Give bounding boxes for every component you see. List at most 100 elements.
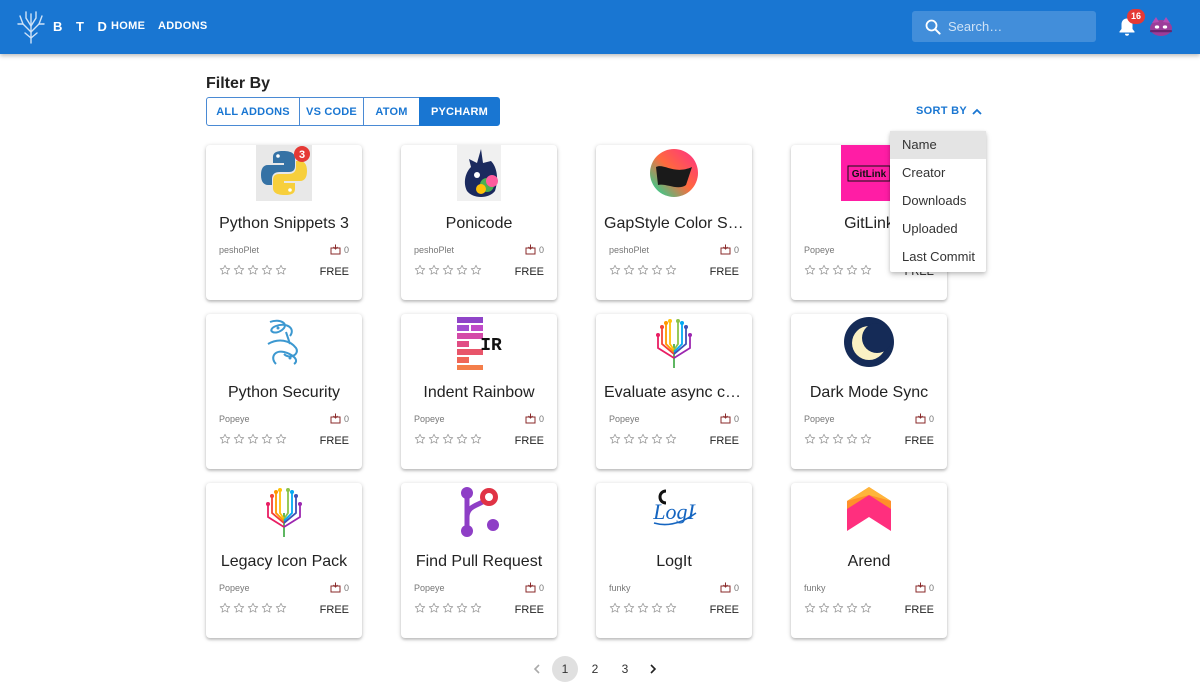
logit-icon: LogI bbox=[646, 483, 702, 539]
sort-option-last-commit[interactable]: Last Commit bbox=[890, 243, 986, 271]
sort-option-name[interactable]: Name bbox=[890, 131, 986, 159]
addon-price: FREE bbox=[514, 266, 544, 278]
page-3-button[interactable]: 3 bbox=[612, 656, 638, 682]
addon-author[interactable]: peshoPlet bbox=[609, 245, 649, 255]
addon-title[interactable]: Arend bbox=[799, 553, 939, 571]
addon-price: FREE bbox=[319, 604, 349, 616]
addon-title[interactable]: Dark Mode Sync bbox=[799, 384, 939, 402]
star-icon bbox=[456, 602, 468, 614]
addon-title[interactable]: GapStyle Color Scheme bbox=[604, 215, 744, 233]
star-icon bbox=[832, 264, 844, 276]
tree-logo-icon[interactable] bbox=[16, 8, 46, 44]
sort-option-creator[interactable]: Creator bbox=[890, 159, 986, 187]
star-icon bbox=[261, 433, 273, 445]
addon-author[interactable]: Popeye bbox=[804, 414, 835, 424]
nav-home-link[interactable]: HOME bbox=[111, 20, 145, 32]
addon-author[interactable]: funky bbox=[804, 583, 826, 593]
star-icon bbox=[414, 264, 426, 276]
star-icon bbox=[860, 602, 872, 614]
indent-rainbow-icon: IR bbox=[451, 314, 507, 370]
addon-card[interactable]: Find Pull Request Popeye 0 FREE bbox=[401, 483, 557, 638]
star-icon bbox=[846, 264, 858, 276]
previous-page-button[interactable] bbox=[524, 656, 550, 682]
addon-title[interactable]: LogIt bbox=[604, 553, 744, 571]
addon-card[interactable]: LogI LogIt funky 0 FREE bbox=[596, 483, 752, 638]
filter-all-addons-button[interactable]: ALL ADDONS bbox=[206, 97, 300, 126]
addon-downloads: 0 bbox=[720, 582, 739, 593]
addon-title[interactable]: Python Security bbox=[214, 384, 354, 402]
rating-stars bbox=[609, 602, 677, 614]
addon-card[interactable]: Evaluate async code Popeye 0 FREE bbox=[596, 314, 752, 469]
star-icon bbox=[818, 602, 830, 614]
page-1-button[interactable]: 1 bbox=[552, 656, 578, 682]
addon-price: FREE bbox=[319, 435, 349, 447]
star-icon bbox=[609, 433, 621, 445]
addon-author[interactable]: funky bbox=[609, 583, 631, 593]
rating-stars bbox=[609, 433, 677, 445]
chevron-right-icon bbox=[650, 664, 657, 674]
star-icon bbox=[804, 602, 816, 614]
addon-price: FREE bbox=[709, 435, 739, 447]
rating-stars bbox=[414, 602, 482, 614]
download-count: 0 bbox=[343, 582, 349, 593]
addon-title[interactable]: Indent Rainbow bbox=[409, 384, 549, 402]
addon-author[interactable]: Popeye bbox=[219, 583, 250, 593]
filter-pycharm-button[interactable]: PYCHARM bbox=[419, 97, 500, 126]
star-icon bbox=[651, 602, 663, 614]
sort-menu: Name Creator Downloads Uploaded Last Com… bbox=[890, 131, 986, 272]
addon-author[interactable]: Popeye bbox=[414, 583, 445, 593]
star-icon bbox=[665, 433, 677, 445]
addon-author[interactable]: peshoPlet bbox=[414, 245, 454, 255]
star-icon bbox=[261, 602, 273, 614]
star-icon bbox=[233, 433, 245, 445]
addon-card[interactable]: IR Indent Rainbow Popeye 0 FREE bbox=[401, 314, 557, 469]
download-icon bbox=[525, 582, 536, 593]
addon-author[interactable]: Popeye bbox=[414, 414, 445, 424]
addon-card[interactable]: Python Security Popeye 0 FREE bbox=[206, 314, 362, 469]
sort-by-button[interactable]: SORT BY bbox=[916, 105, 982, 117]
addon-downloads: 0 bbox=[915, 582, 934, 593]
addon-price: FREE bbox=[904, 604, 934, 616]
app-bar: B T D HOME ADDONS 16 bbox=[0, 0, 1200, 54]
page-2-button[interactable]: 2 bbox=[582, 656, 608, 682]
star-icon bbox=[637, 602, 649, 614]
pagination: 1 2 3 bbox=[524, 656, 666, 682]
addon-card[interactable]: 3 Python Snippets 3 peshoPlet 0 FREE bbox=[206, 145, 362, 300]
addon-title[interactable]: Ponicode bbox=[409, 215, 549, 233]
addon-card[interactable]: GapStyle Color Scheme peshoPlet 0 FREE bbox=[596, 145, 752, 300]
filter-atom-button[interactable]: ATOM bbox=[363, 97, 420, 126]
addon-card[interactable]: Arend funky 0 FREE bbox=[791, 483, 947, 638]
gapstyle-gradient-icon bbox=[646, 145, 702, 201]
download-count: 0 bbox=[733, 413, 739, 424]
addon-author[interactable]: peshoPlet bbox=[219, 245, 259, 255]
sort-option-uploaded[interactable]: Uploaded bbox=[890, 215, 986, 243]
addon-title[interactable]: Legacy Icon Pack bbox=[214, 553, 354, 571]
nav-addons-link[interactable]: ADDONS bbox=[158, 20, 207, 32]
ponicode-unicorn-icon bbox=[451, 145, 507, 201]
star-icon bbox=[428, 433, 440, 445]
addon-author[interactable]: Popeye bbox=[609, 414, 640, 424]
brand-name[interactable]: B T D bbox=[53, 19, 112, 34]
addon-title[interactable]: Find Pull Request bbox=[409, 553, 549, 571]
star-icon bbox=[609, 264, 621, 276]
user-avatar[interactable] bbox=[1148, 14, 1174, 38]
filter-vscode-button[interactable]: VS CODE bbox=[299, 97, 364, 126]
sort-option-downloads[interactable]: Downloads bbox=[890, 187, 986, 215]
rating-stars bbox=[609, 264, 677, 276]
addon-author[interactable]: Popeye bbox=[219, 414, 250, 424]
next-page-button[interactable] bbox=[640, 656, 666, 682]
addon-card[interactable]: Dark Mode Sync Popeye 0 FREE bbox=[791, 314, 947, 469]
star-icon bbox=[818, 264, 830, 276]
addon-author[interactable]: Popeye bbox=[804, 245, 835, 255]
search-input[interactable] bbox=[948, 11, 1088, 42]
star-icon bbox=[414, 433, 426, 445]
addon-title[interactable]: Python Snippets 3 bbox=[214, 215, 354, 233]
addon-card[interactable]: Ponicode peshoPlet 0 FREE bbox=[401, 145, 557, 300]
addon-title[interactable]: Evaluate async code bbox=[604, 384, 744, 402]
notification-count-badge: 16 bbox=[1127, 9, 1145, 24]
star-icon bbox=[846, 602, 858, 614]
star-icon bbox=[275, 264, 287, 276]
addon-card[interactable]: Legacy Icon Pack Popeye 0 FREE bbox=[206, 483, 362, 638]
arend-chevron-icon bbox=[841, 483, 897, 539]
star-icon bbox=[428, 264, 440, 276]
